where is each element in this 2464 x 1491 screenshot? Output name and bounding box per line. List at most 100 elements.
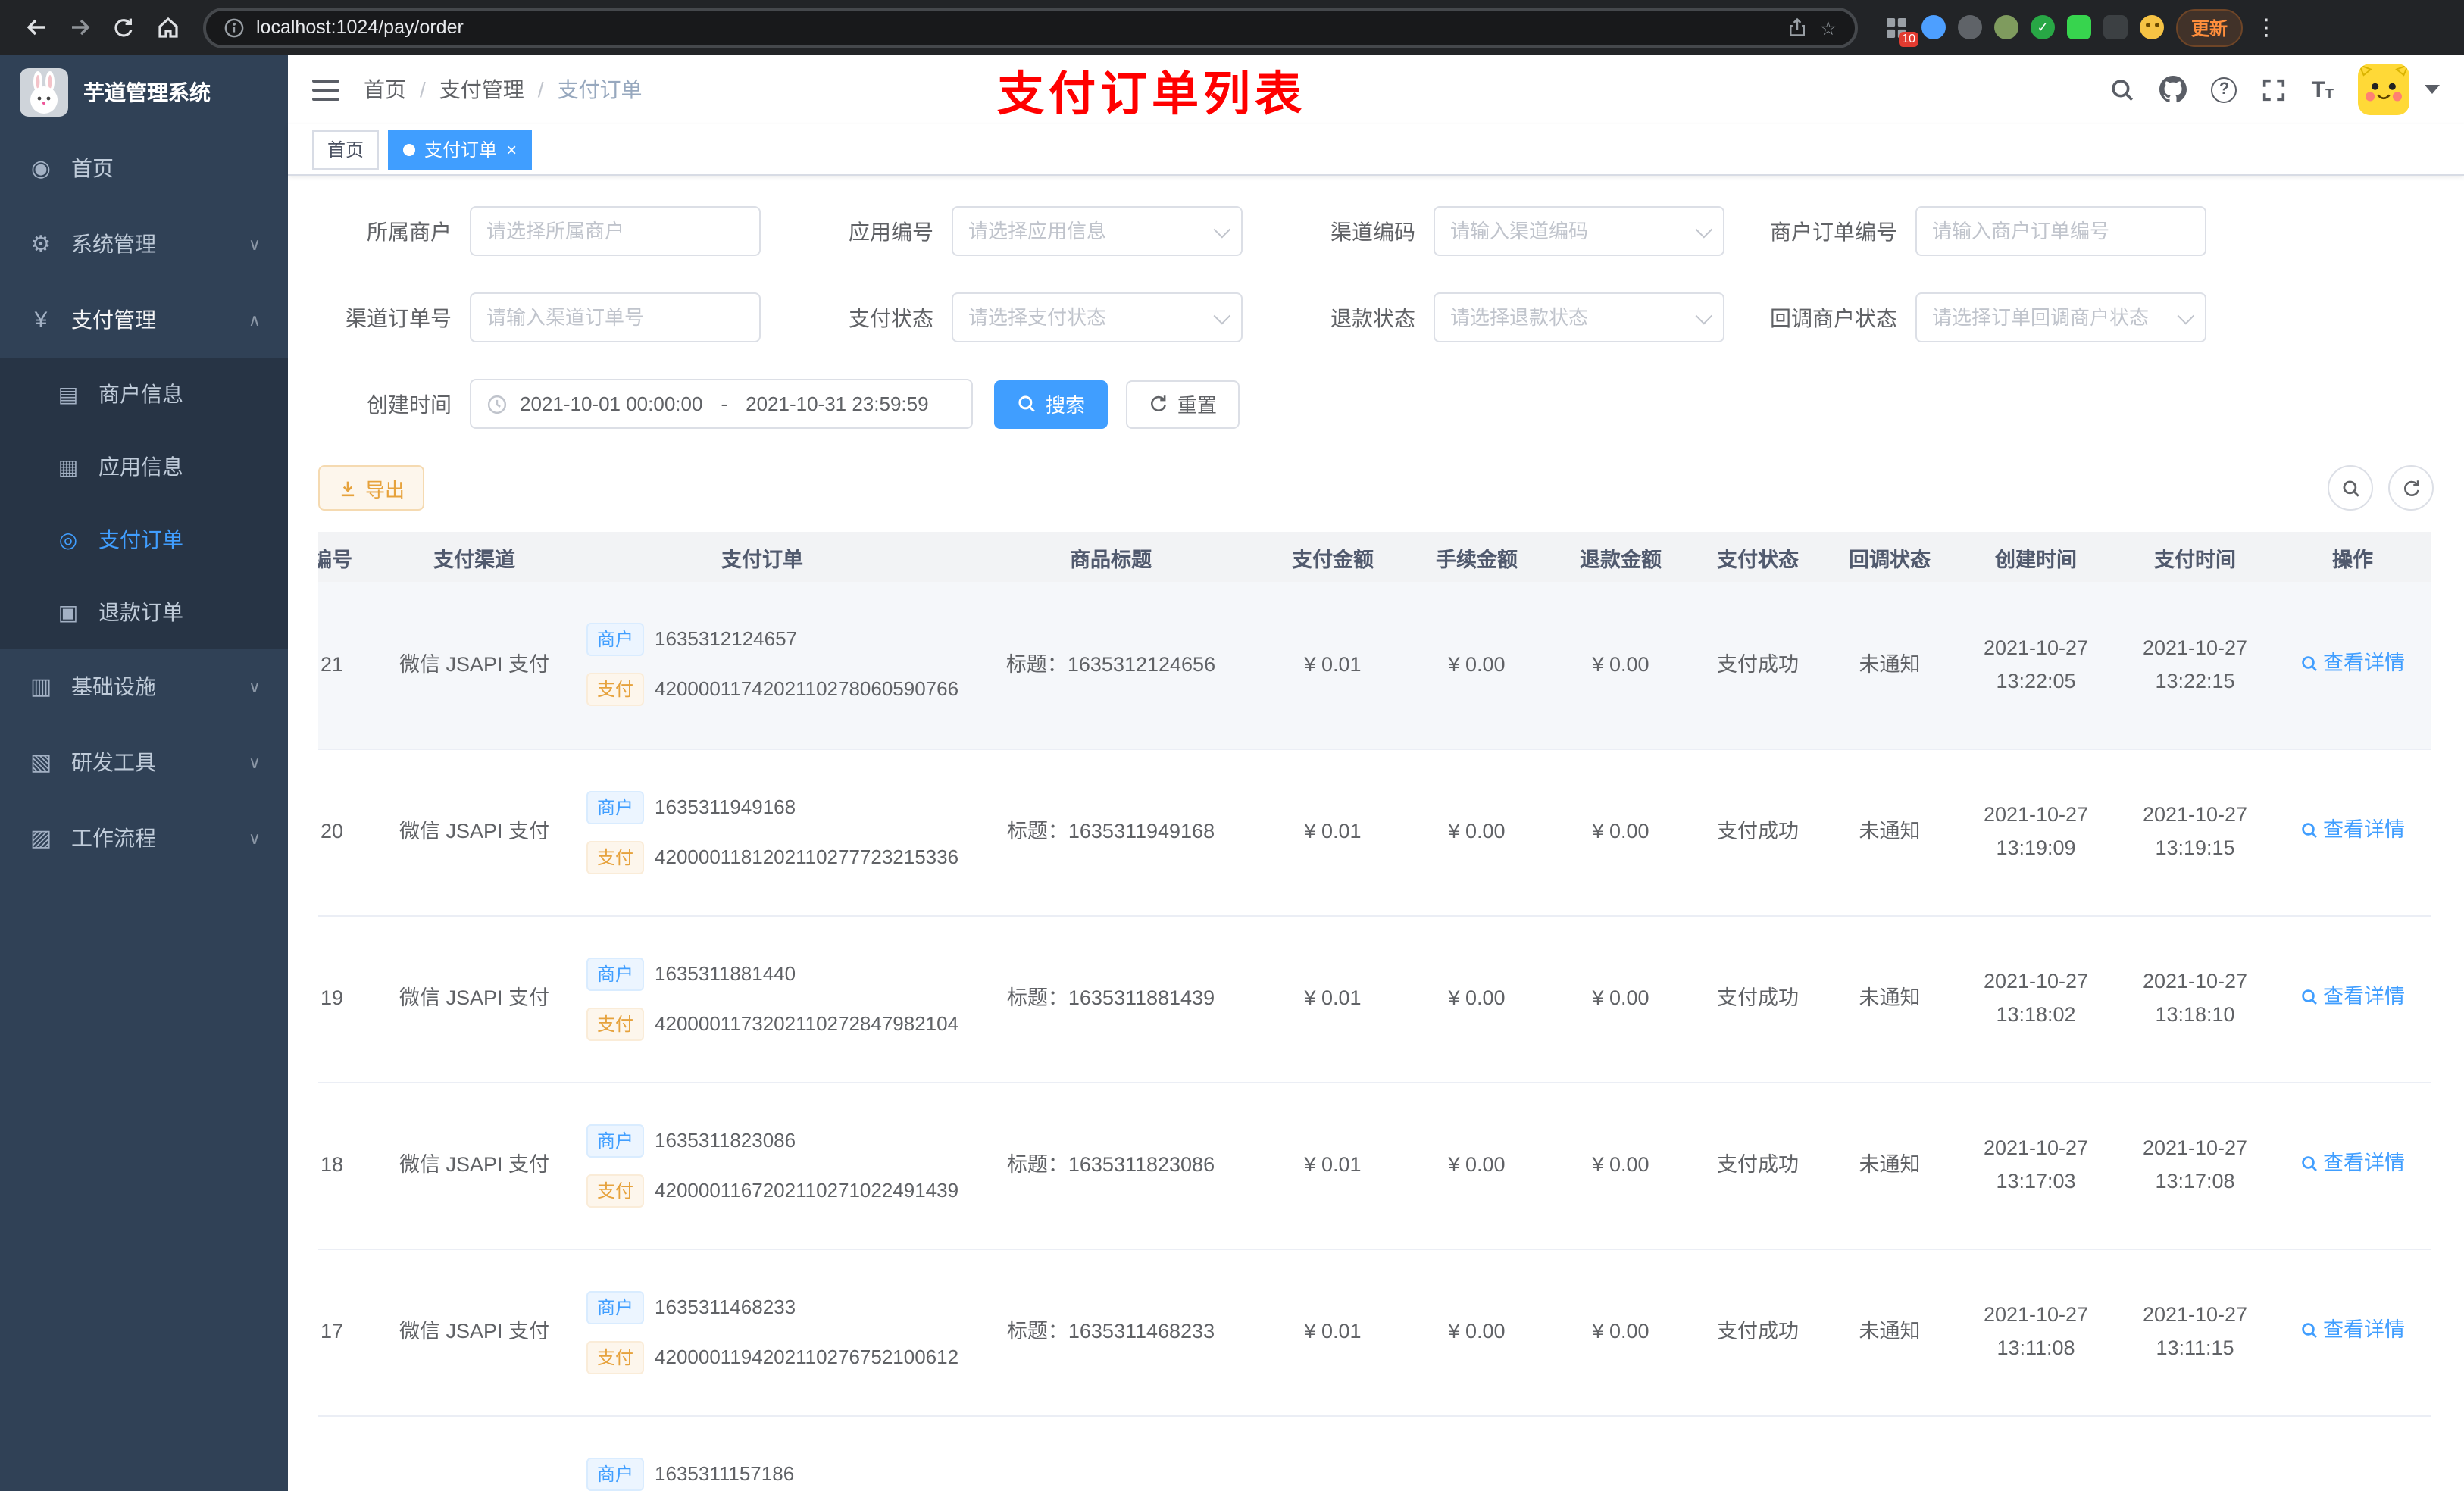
- merchant-input[interactable]: [486, 208, 744, 255]
- pay-status-input[interactable]: [968, 294, 1205, 341]
- order-id: 18: [320, 1153, 344, 1177]
- sidebar-item-app-info[interactable]: ▦ 应用信息: [0, 430, 288, 503]
- refund-status-input[interactable]: [1450, 294, 1687, 341]
- avatar-dropdown-caret[interactable]: [2425, 85, 2440, 94]
- merchant-order-no: 1635311468233: [655, 1295, 796, 1318]
- channel-order-no-input[interactable]: [486, 294, 744, 341]
- extensions-area: 10: [1882, 14, 2164, 47]
- notify-status-select[interactable]: [1915, 292, 2206, 342]
- sidebar-item-dev-tools[interactable]: ▧ 研发工具 ∨: [0, 724, 288, 800]
- extension-icon[interactable]: [2067, 15, 2091, 39]
- create-time: 2021-10-27 13:19:09: [1983, 803, 2089, 859]
- pay-amount: ¥ 0.01: [1304, 986, 1362, 1010]
- breadcrumb-home[interactable]: 首页: [364, 74, 406, 105]
- tab-pay-order[interactable]: 支付订单 ×: [388, 130, 533, 169]
- document-icon: ▣: [58, 599, 79, 624]
- view-detail-link[interactable]: 查看详情: [2300, 814, 2405, 847]
- navbar-actions: ? TT: [2110, 64, 2440, 115]
- sidebar-item-pay-order[interactable]: ◎ 支付订单: [0, 503, 288, 576]
- view-detail-link[interactable]: 查看详情: [2300, 1314, 2405, 1347]
- sidebar-item-system[interactable]: ⚙ 系统管理 ∨: [0, 206, 288, 282]
- merchant-tag: 商户: [586, 1457, 645, 1490]
- bookmark-star-icon[interactable]: ☆: [1820, 16, 1837, 39]
- pay-channel: 微信 JSAPI 支付: [399, 820, 549, 843]
- refund-amount: ¥ 0.00: [1592, 1153, 1649, 1177]
- refresh-table-button[interactable]: [2388, 465, 2434, 511]
- col-amount: 支付金额: [1261, 532, 1405, 582]
- help-icon[interactable]: ?: [2211, 77, 2237, 102]
- toggle-search-button[interactable]: [2328, 465, 2373, 511]
- filter-label-create-time: 创建时间: [367, 392, 452, 416]
- url-bar[interactable]: localhost:1024/pay/order ☆: [203, 7, 1858, 48]
- browser-menu-icon[interactable]: ⋮: [2246, 14, 2287, 41]
- sidebar-item-label: 支付订单: [98, 527, 183, 552]
- site-info-icon[interactable]: [224, 17, 244, 37]
- avatar[interactable]: [2358, 64, 2409, 115]
- extension-icon[interactable]: [2140, 15, 2164, 39]
- sidebar-collapse-icon[interactable]: [312, 78, 339, 101]
- table-row: 21 微信 JSAPI 支付 商户 1635312124657 支付 4200001…: [318, 582, 2431, 749]
- pay-time: 2021-10-27 13:18:10: [2142, 970, 2248, 1026]
- chevron-down-icon: ∨: [248, 236, 261, 254]
- extension-icon[interactable]: [1921, 15, 1946, 39]
- merchant-select[interactable]: [470, 206, 761, 256]
- refund-status-select[interactable]: [1434, 292, 1724, 342]
- pay-tag: 支付: [586, 673, 645, 707]
- app-input[interactable]: [968, 208, 1205, 255]
- merchant-tag: 商户: [586, 1124, 645, 1157]
- sidebar-item-merchant-info[interactable]: ▤ 商户信息: [0, 358, 288, 430]
- sidebar-item-workflow[interactable]: ▨ 工作流程 ∨: [0, 800, 288, 876]
- export-button[interactable]: 导出: [318, 465, 425, 511]
- merchant-order-no: 1635311823086: [655, 1128, 796, 1152]
- app-select[interactable]: [952, 206, 1243, 256]
- back-button[interactable]: [15, 7, 56, 48]
- filter-label-merchant-order-no: 商户订单编号: [1770, 219, 1897, 243]
- view-detail-link[interactable]: 查看详情: [2300, 1148, 2405, 1180]
- sidebar-item-payment[interactable]: ¥ 支付管理 ∧: [0, 282, 288, 358]
- table-row: 18 微信 JSAPI 支付 商户 1635311823086 支付 4200001…: [318, 1082, 2431, 1249]
- search-button[interactable]: 搜索: [994, 380, 1108, 428]
- search-icon[interactable]: [2110, 77, 2136, 102]
- share-icon[interactable]: [1787, 17, 1808, 38]
- forward-button[interactable]: [59, 7, 100, 48]
- orders-table: 编号 支付渠道 支付订单 商品标题 支付金额 手续金额 退款金额 支付状态 回调…: [318, 532, 2434, 1491]
- merchant-order-no-field[interactable]: [1915, 206, 2206, 256]
- channel-order-no-field[interactable]: [470, 292, 761, 342]
- table-row: 19 微信 JSAPI 支付 商户 1635311881440 支付 4200001…: [318, 915, 2431, 1083]
- sidebar-item-infrastructure[interactable]: ▥ 基础设施 ∨: [0, 649, 288, 724]
- extension-icon[interactable]: [1958, 15, 1982, 39]
- goods-title: 标题：1635311949168: [1006, 820, 1215, 843]
- merchant-order-no: 1635311157186: [655, 1461, 795, 1485]
- refresh-icon: [1151, 395, 1166, 411]
- github-icon[interactable]: [2159, 76, 2187, 103]
- sidebar-item-home[interactable]: ◉ 首页: [0, 130, 288, 206]
- merchant-order-no-input[interactable]: [1932, 208, 2190, 255]
- channel-code-select[interactable]: [1434, 206, 1724, 256]
- magnifier-icon: [2302, 655, 2317, 671]
- col-status: 支付状态: [1693, 532, 1823, 582]
- extension-icon[interactable]: [2103, 15, 2128, 39]
- create-time-range-picker[interactable]: 2021-10-01 00:00:00 - 2021-10-31 23:59:5…: [470, 379, 973, 429]
- view-detail-link[interactable]: 查看详情: [2300, 647, 2405, 680]
- sidebar-item-refund-order[interactable]: ▣ 退款订单: [0, 576, 288, 649]
- breadcrumb-payment[interactable]: 支付管理: [439, 74, 524, 105]
- notify-status-input[interactable]: [1932, 294, 2169, 341]
- merchant-tag: 商户: [586, 623, 645, 657]
- extension-icon[interactable]: [2031, 15, 2055, 39]
- extensions-grid-icon[interactable]: 10: [1882, 14, 1918, 47]
- channel-code-input[interactable]: [1450, 208, 1687, 255]
- table-header-row: 编号 支付渠道 支付订单 商品标题 支付金额 手续金额 退款金额 支付状态 回调…: [318, 532, 2431, 582]
- browser-update-button[interactable]: 更新: [2176, 8, 2244, 46]
- fullscreen-icon[interactable]: [2262, 77, 2287, 102]
- tab-home[interactable]: 首页: [312, 130, 380, 169]
- close-icon[interactable]: ×: [506, 140, 517, 158]
- extension-icon[interactable]: [1994, 15, 2018, 39]
- reload-button[interactable]: [103, 7, 144, 48]
- reset-button[interactable]: 重置: [1126, 380, 1240, 428]
- app-logo[interactable]: 芋道管理系统: [0, 55, 288, 130]
- home-button[interactable]: [147, 7, 188, 48]
- pay-status-select[interactable]: [952, 292, 1243, 342]
- view-detail-link[interactable]: 查看详情: [2300, 981, 2405, 1014]
- font-size-icon[interactable]: TT: [2312, 78, 2334, 101]
- monitor-icon: ▥: [30, 674, 52, 700]
